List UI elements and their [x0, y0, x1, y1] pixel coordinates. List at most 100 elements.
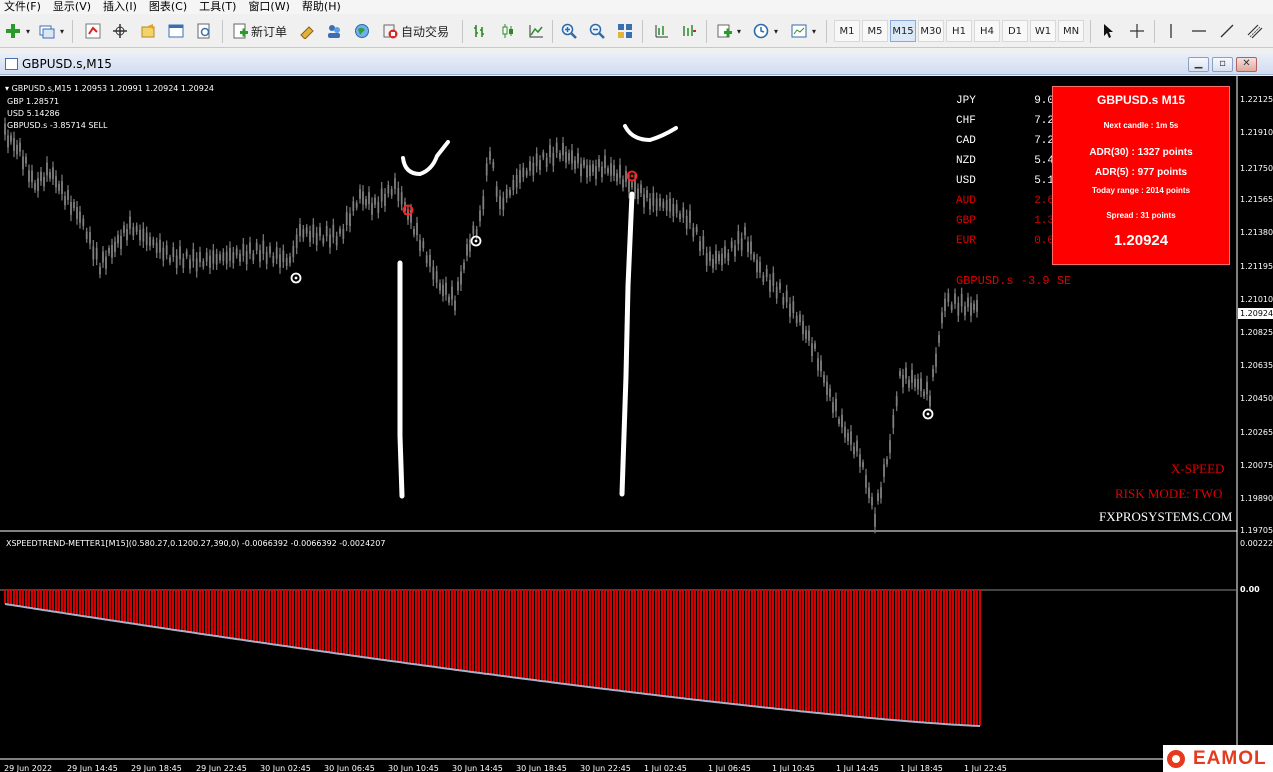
new-order-button[interactable]: 新订单	[229, 20, 290, 42]
timeframe-h1[interactable]: H1	[946, 20, 972, 42]
periods-button[interactable]	[750, 20, 772, 42]
price-bar-body	[789, 303, 791, 317]
menu-charts[interactable]: 图表(C)	[145, 0, 195, 14]
price-bar-body	[58, 184, 60, 191]
indicators-dropdown-icon[interactable]: ▾	[735, 20, 743, 42]
profiles-dropdown-icon[interactable]: ▾	[58, 20, 66, 42]
menu-view[interactable]: 显示(V)	[49, 0, 99, 14]
price-bar-body	[371, 203, 373, 215]
price-bar-body	[637, 188, 639, 200]
menu-insert[interactable]: 插入(I)	[99, 0, 145, 14]
price-bar-body	[643, 194, 645, 208]
chart-area[interactable]: ▾ GBPUSD.s,M15 1.20953 1.20991 1.20924 1…	[0, 76, 1273, 772]
price-bar-body	[832, 402, 834, 413]
terminal-button[interactable]	[165, 20, 187, 42]
price-bar-body	[727, 253, 730, 262]
price-bar-body	[365, 199, 367, 206]
restore-button[interactable]: ▫	[1212, 57, 1233, 72]
vertical-line-button[interactable]	[1160, 20, 1182, 42]
price-bar-body	[675, 204, 678, 214]
menu-help[interactable]: 帮助(H)	[298, 0, 349, 14]
close-button[interactable]: ✕	[1236, 57, 1257, 72]
crosshair-move-button[interactable]	[109, 20, 131, 42]
price-bar-body	[259, 250, 261, 262]
tester-button[interactable]	[193, 20, 215, 42]
menu-tools[interactable]: 工具(T)	[195, 0, 244, 14]
price-bar-body	[823, 375, 825, 383]
crosshair-button[interactable]	[1126, 20, 1148, 42]
price-bar-body	[239, 253, 241, 262]
menu-file[interactable]: 文件(F)	[0, 0, 49, 14]
price-bar-body	[756, 259, 758, 273]
price-bar-body	[555, 142, 558, 153]
autoscroll-button[interactable]	[678, 20, 700, 42]
market-watch-button[interactable]	[82, 20, 104, 42]
cursor-button[interactable]	[1097, 20, 1119, 42]
zoom-out-button[interactable]	[586, 20, 608, 42]
line-chart-button[interactable]	[525, 20, 547, 42]
horizontal-line-icon	[1192, 30, 1206, 32]
price-bar-body	[377, 201, 380, 213]
new-chart-button[interactable]	[2, 20, 24, 42]
timeframe-mn[interactable]: MN	[1058, 20, 1084, 42]
metaeditor-button[interactable]	[296, 20, 318, 42]
timeframe-h4[interactable]: H4	[974, 20, 1000, 42]
price-bar-body	[721, 253, 723, 266]
price-bar-body	[282, 250, 285, 263]
chart-window-titlebar[interactable]: GBPUSD.s,M15 ▁ ▫ ✕	[0, 54, 1273, 75]
horizontal-line-button[interactable]	[1188, 20, 1210, 42]
price-bar-body	[695, 226, 698, 233]
candlestick-button[interactable]	[497, 20, 519, 42]
price-bar-body	[275, 247, 278, 259]
price-bar-body	[902, 375, 904, 388]
price-bar-body	[747, 241, 749, 253]
price-bar-body	[479, 210, 481, 222]
timeframe-m1[interactable]: M1	[834, 20, 860, 42]
menu-window[interactable]: 窗口(W)	[244, 0, 297, 14]
templates-dropdown-icon[interactable]: ▾	[810, 20, 818, 42]
timeframe-m15[interactable]: M15	[890, 20, 916, 42]
price-axis-label: 1.20635	[1240, 361, 1273, 370]
price-bar-body	[185, 251, 188, 257]
price-bar-body	[772, 272, 775, 286]
tile-windows-button[interactable]	[614, 20, 636, 42]
chart-shift-button[interactable]	[650, 20, 672, 42]
price-bar-body	[542, 152, 545, 158]
price-bar-body	[299, 224, 301, 237]
bar-chart-button[interactable]	[468, 20, 490, 42]
new-chart-dropdown-icon[interactable]: ▾	[24, 20, 32, 42]
navigator-button[interactable]	[137, 20, 159, 42]
periods-dropdown-icon[interactable]: ▾	[772, 20, 780, 42]
indicators-button[interactable]	[713, 20, 735, 42]
price-bar-body	[970, 302, 972, 316]
price-bar-body	[545, 157, 548, 168]
profiles-button[interactable]	[36, 20, 58, 42]
templates-button[interactable]	[788, 20, 810, 42]
auto-trading-button[interactable]: 自动交易	[379, 20, 452, 42]
currency-row: EUR 0.0	[956, 231, 1056, 251]
price-bar-body	[583, 160, 585, 166]
channel-button[interactable]	[1244, 20, 1266, 42]
timeframe-m30[interactable]: M30	[918, 20, 944, 42]
price-bar-body	[7, 135, 9, 148]
timeframe-m5[interactable]: M5	[862, 20, 888, 42]
currency-name: JPY	[956, 95, 976, 107]
trendline-button[interactable]	[1216, 20, 1238, 42]
price-bar-body	[592, 164, 594, 173]
price-bar-body	[192, 249, 195, 262]
time-axis-label: 29 Jun 22:45	[196, 764, 247, 772]
price-bar-body	[325, 226, 328, 237]
price-bar-body	[265, 252, 268, 264]
price-bar-body	[607, 168, 609, 174]
minimize-button[interactable]: ▁	[1188, 57, 1209, 72]
price-bar-body	[189, 259, 191, 269]
zoom-in-button[interactable]	[558, 20, 580, 42]
signals-button[interactable]	[323, 20, 345, 42]
timeframe-d1[interactable]: D1	[1002, 20, 1028, 42]
timeframe-w1[interactable]: W1	[1030, 20, 1056, 42]
price-bar-body	[785, 290, 788, 303]
auto-trading-icon	[383, 24, 398, 39]
price-bar-body	[394, 178, 396, 189]
market-button[interactable]	[351, 20, 373, 42]
price-bar-body	[895, 396, 898, 407]
